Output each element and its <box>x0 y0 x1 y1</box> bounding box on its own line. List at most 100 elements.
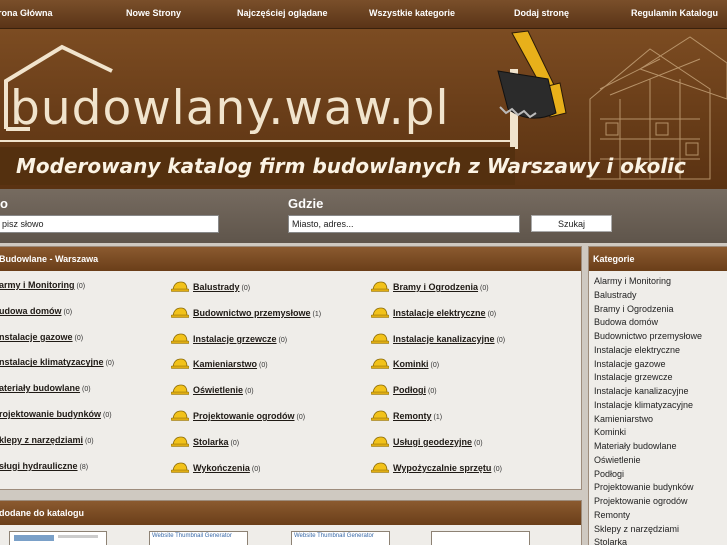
nav-all-categories-link[interactable]: Wszystkie kategorie <box>369 8 455 18</box>
excavator-icon <box>497 30 567 119</box>
category-link[interactable]: army i Monitoring <box>0 280 75 290</box>
category-item[interactable]: Kominki (0) <box>371 357 439 369</box>
category-item[interactable]: Usługi geodezyjne (0) <box>371 435 483 447</box>
sidebar-category-link[interactable]: Stolarka <box>594 536 727 545</box>
category-link[interactable]: Stolarka <box>193 437 229 447</box>
top-navigation: rona Główna Nowe Strony Najczęściej oglą… <box>0 0 727 29</box>
category-link[interactable]: nstalacje klimatyzacyjne <box>0 357 104 367</box>
nav-rules-link[interactable]: Regulamin Katalogu <box>631 8 718 18</box>
site-thumbnail[interactable] <box>9 531 107 545</box>
sidebar-category-link[interactable]: Instalacje elektryczne <box>594 344 727 358</box>
category-count: (0) <box>85 437 94 445</box>
category-item[interactable]: ateriały budowlane (0) <box>0 383 91 393</box>
sidebar-category-link[interactable]: Instalacje klimatyzacyjne <box>594 399 727 413</box>
sidebar-category-link[interactable]: Instalacje gazowe <box>594 358 727 372</box>
category-count: (0) <box>76 283 86 290</box>
category-item[interactable]: Kamieniarstwo (0) <box>171 357 268 369</box>
sidebar-category-link[interactable]: Kominki <box>594 426 727 440</box>
search-bar: o Gdzie Szukaj <box>0 189 727 243</box>
hard-hat-icon <box>171 462 189 473</box>
sidebar-category-link[interactable]: Instalacje grzewcze <box>594 371 727 385</box>
sidebar-category-link[interactable]: Oświetlenie <box>594 454 727 468</box>
sidebar-category-link[interactable]: Sklepy z narzędziami <box>594 523 727 537</box>
category-link[interactable]: Bramy i Ogrodzenia <box>393 282 478 292</box>
category-link[interactable]: Instalacje grzewcze <box>193 334 277 344</box>
category-item[interactable]: Balustrady (0) <box>171 280 250 292</box>
category-item[interactable]: Podłogi (0) <box>371 383 437 395</box>
category-link[interactable]: Remonty <box>393 411 432 421</box>
category-item[interactable]: Remonty (1) <box>371 409 442 421</box>
category-link[interactable]: ateriały budowlane <box>0 383 80 393</box>
category-link[interactable]: Instalacje kanalizacyjne <box>393 334 495 344</box>
hard-hat-icon <box>171 384 189 395</box>
category-item[interactable]: Instalacje kanalizacyjne (0) <box>371 332 505 344</box>
category-link[interactable]: klepy z narzędziami <box>0 435 83 445</box>
category-link[interactable]: Kamieniarstwo <box>193 359 257 369</box>
category-link[interactable]: Budownictwo przemysłowe <box>193 308 311 318</box>
category-link[interactable]: rojektowanie budynków <box>0 409 101 419</box>
category-item[interactable]: nstalacje gazowe (0) <box>0 332 83 342</box>
site-thumbnail[interactable]: Website Thumbnail Generator <box>149 531 248 545</box>
category-item[interactable]: Stolarka (0) <box>171 435 239 447</box>
category-item[interactable]: sługi hydrauliczne (8) <box>0 461 88 471</box>
site-thumbnail[interactable]: Website Thumbnail Generator <box>291 531 390 545</box>
category-item[interactable]: klepy z narzędziami (0) <box>0 435 94 445</box>
category-link[interactable]: Projektowanie ogrodów <box>193 411 295 421</box>
site-thumbnail[interactable] <box>431 531 530 545</box>
category-link[interactable]: sługi hydrauliczne <box>0 461 78 471</box>
hard-hat-icon <box>371 281 389 292</box>
category-item[interactable]: nstalacje klimatyzacyjne (0) <box>0 357 114 367</box>
category-item[interactable]: Wykończenia (0) <box>171 461 260 473</box>
category-link[interactable]: udowa domów <box>0 306 62 316</box>
sidebar-category-link[interactable]: Balustrady <box>594 289 727 303</box>
nav-new-pages-link[interactable]: Nowe Strony <box>126 8 181 18</box>
hard-hat-icon <box>371 462 389 473</box>
sidebar-list: Alarmy i Monitoring Balustrady Bramy i Ogr… <box>589 271 727 545</box>
category-count: (8) <box>79 463 89 471</box>
sidebar-category-link[interactable]: Podłogi <box>594 468 727 482</box>
category-item[interactable]: Projektowanie ogrodów (0) <box>171 409 305 421</box>
sidebar-category-link[interactable]: Kamieniarstwo <box>594 413 727 427</box>
hard-hat-icon <box>171 358 189 370</box>
recently-added-title: dodane do katalogu <box>0 501 581 525</box>
site-logo[interactable]: budowlany.waw.pl <box>10 81 450 136</box>
sidebar-category-link[interactable]: Instalacje kanalizacyjne <box>594 385 727 399</box>
site-banner: budowlany.waw.pl Moderowany katalog firm… <box>0 29 727 189</box>
hard-hat-icon <box>371 333 389 344</box>
category-link[interactable]: Kominki <box>393 359 429 369</box>
category-count: (0) <box>496 336 506 344</box>
category-item[interactable]: udowa domów (0) <box>0 306 72 316</box>
nav-home-link[interactable]: rona Główna <box>0 8 53 18</box>
category-link[interactable]: Wykończenia <box>193 463 250 473</box>
sidebar-category-link[interactable]: Alarmy i Monitoring <box>594 275 727 289</box>
category-link[interactable]: Oświetlenie <box>193 385 243 395</box>
category-item[interactable]: Budownictwo przemysłowe (1) <box>171 306 321 318</box>
category-link[interactable]: Usługi geodezyjne <box>393 437 472 447</box>
category-item[interactable]: rojektowanie budynków (0) <box>0 409 112 419</box>
hard-hat-icon <box>371 307 389 318</box>
sidebar-category-link[interactable]: Remonty <box>594 509 727 523</box>
category-link[interactable]: Instalacje elektryczne <box>393 308 486 318</box>
what-input[interactable] <box>0 215 219 233</box>
nav-most-viewed-link[interactable]: Najczęściej oglądane <box>237 8 328 18</box>
search-button[interactable]: Szukaj <box>531 215 612 232</box>
sidebar-category-link[interactable]: Bramy i Ogrodzenia <box>594 303 727 317</box>
where-input[interactable] <box>288 215 520 233</box>
category-item[interactable]: Instalacje grzewcze (0) <box>171 332 287 344</box>
category-link[interactable]: nstalacje gazowe <box>0 332 73 342</box>
sidebar-category-link[interactable]: Budowa domów <box>594 316 727 330</box>
category-item[interactable]: Wypożyczalnie sprzętu (0) <box>371 461 502 473</box>
category-item[interactable]: Bramy i Ogrodzenia (0) <box>371 280 489 292</box>
category-link[interactable]: Podłogi <box>393 385 426 395</box>
category-item[interactable]: Oświetlenie (0) <box>171 383 254 395</box>
sidebar-category-link[interactable]: Projektowanie ogrodów <box>594 495 727 509</box>
category-link[interactable]: Wypożyczalnie sprzętu <box>393 463 491 473</box>
sidebar-category-link[interactable]: Materiały budowlane <box>594 440 727 454</box>
category-item[interactable]: army i Monitoring (0) <box>0 280 85 290</box>
sidebar-category-link[interactable]: Projektowanie budynków <box>594 481 727 495</box>
nav-add-page-link[interactable]: Dodaj stronę <box>514 8 569 18</box>
sidebar-category-link[interactable]: Budownictwo przemysłowe <box>594 330 727 344</box>
category-item[interactable]: Instalacje elektryczne (0) <box>371 306 496 318</box>
category-count: (0) <box>493 465 502 473</box>
category-link[interactable]: Balustrady <box>193 282 240 292</box>
